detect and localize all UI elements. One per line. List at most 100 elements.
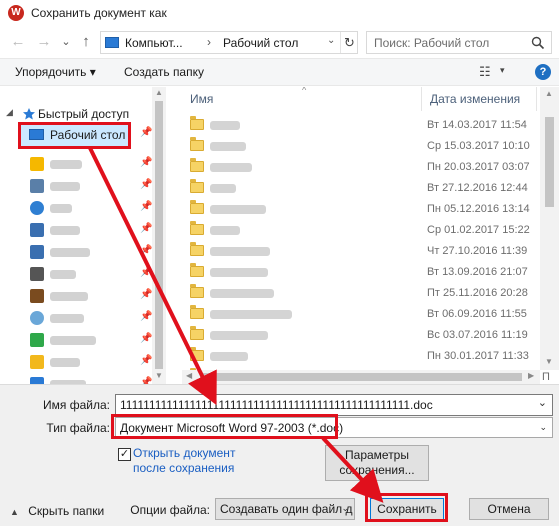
file-row[interactable]: Пн 30.01.2017 11:33П	[182, 346, 559, 367]
pin-icon[interactable]: 📌	[140, 179, 152, 190]
scroll-down-icon[interactable]: ▼	[155, 371, 163, 380]
navigation-scrollbar[interactable]: ▲ ▼	[152, 87, 166, 384]
tree-item[interactable]: 📌	[0, 351, 152, 373]
collapse-folders-toggle[interactable]: ▲ Скрыть папки	[10, 504, 104, 518]
file-name	[210, 352, 248, 361]
file-row[interactable]: Чт 27.10.2016 11:39П	[182, 241, 559, 262]
tree-item[interactable]: 📌	[0, 241, 152, 263]
expand-arrow-icon[interactable]: ◢	[6, 107, 13, 118]
dropdown-icon[interactable]: ⌄	[341, 503, 349, 514]
recent-locations-button[interactable]: ⌄	[56, 32, 76, 52]
tree-item[interactable]: 📌	[0, 307, 152, 329]
file-row[interactable]: Пт 25.11.2016 20:28П	[182, 283, 559, 304]
filename-value: 1111111111111111111111111111111111111111…	[120, 398, 433, 412]
breadcrumb-separator-icon[interactable]: ›	[207, 35, 211, 49]
up-button[interactable]: ↑	[76, 32, 96, 52]
navigation-pane: ◢ Быстрый доступ Рабочий стол 📌 📌 📌 📌 📌 📌 📌 📌 📌…	[0, 87, 166, 384]
tree-item[interactable]: 📌	[0, 153, 152, 175]
file-row[interactable]: Вс 03.07.2016 11:19П	[182, 325, 559, 346]
file-name	[210, 268, 268, 277]
open-after-save-checkbox[interactable]: ✓	[118, 448, 131, 461]
pencil-icon	[30, 289, 44, 303]
scroll-up-icon[interactable]: ▲	[545, 89, 553, 98]
scrollbar-thumb[interactable]	[200, 373, 522, 381]
file-row[interactable]: Пн 20.03.2017 03:07П	[182, 157, 559, 178]
folder-icon	[190, 284, 204, 298]
scroll-up-icon[interactable]: ▲	[155, 88, 163, 97]
address-dropdown-icon[interactable]: ⌄	[327, 35, 335, 46]
cancel-button[interactable]: Отмена	[469, 498, 549, 520]
scrollbar-thumb[interactable]	[545, 117, 554, 207]
file-row[interactable]: Пн 05.12.2016 13:14П	[182, 199, 559, 220]
tree-item[interactable]: 📌	[0, 197, 152, 219]
breadcrumb-desktop[interactable]: Рабочий стол	[223, 36, 298, 50]
file-name	[210, 289, 274, 298]
folder-icon	[190, 179, 204, 193]
pin-icon[interactable]: 📌	[140, 245, 152, 256]
pin-icon[interactable]: 📌	[140, 377, 152, 384]
file-name	[210, 331, 268, 340]
address-bar[interactable]: Компьют... › Рабочий стол ⌄ ↻	[100, 31, 358, 54]
file-list-horizontal-scrollbar[interactable]: ◀ ▶	[182, 370, 540, 384]
pin-icon[interactable]: 📌	[140, 201, 152, 212]
file-options-select[interactable]: Создавать один файл д ⌄	[215, 498, 355, 520]
filename-input[interactable]: 1111111111111111111111111111111111111111…	[115, 394, 553, 416]
refresh-button[interactable]: ↻	[340, 32, 358, 53]
scrollbar-thumb[interactable]	[155, 101, 163, 369]
file-type: П	[542, 371, 550, 383]
forward-button[interactable]: →	[34, 32, 54, 52]
tree-item[interactable]: 📌	[0, 329, 152, 351]
back-button[interactable]: ←	[8, 32, 28, 52]
desktop-label: Рабочий стол	[50, 128, 126, 142]
pin-icon[interactable]: 📌	[140, 267, 152, 278]
tree-item-label	[50, 226, 80, 235]
tree-item[interactable]: 📌	[0, 219, 152, 241]
file-row[interactable]: Ср 15.03.2017 10:10П	[182, 136, 559, 157]
folder-icon	[190, 305, 204, 319]
folder-icon	[190, 200, 204, 214]
file-row[interactable]: Вт 06.09.2016 11:55П	[182, 304, 559, 325]
scroll-right-icon[interactable]: ▶	[528, 371, 534, 380]
file-date: Ср 15.03.2017 10:10	[427, 140, 530, 152]
pin-icon[interactable]: 📌	[140, 311, 152, 322]
search-input[interactable]: Поиск: Рабочий стол	[366, 31, 552, 54]
tree-item[interactable]: 📌	[0, 285, 152, 307]
view-dropdown-icon[interactable]: ▾	[500, 65, 505, 76]
save-button-highlight	[365, 493, 448, 522]
search-placeholder: Поиск: Рабочий стол	[374, 36, 490, 50]
dropdown-icon[interactable]: ⌄	[539, 422, 547, 433]
view-options-icon[interactable]: ☷	[479, 64, 491, 80]
organize-menu[interactable]: Упорядочить ▾	[15, 65, 96, 79]
dropdown-icon[interactable]: ⌄	[538, 396, 547, 409]
file-options-label: Опции файла:	[130, 503, 210, 517]
tree-item[interactable]: 📌	[0, 373, 152, 384]
file-date: Вс 03.07.2016 11:19	[427, 329, 528, 341]
file-row[interactable]: Вт 27.12.2016 12:44П	[182, 178, 559, 199]
pin-icon[interactable]: 📌	[140, 333, 152, 344]
tree-item-desktop[interactable]: Рабочий стол	[18, 122, 131, 149]
file-name	[210, 205, 266, 214]
pin-icon[interactable]: 📌	[140, 223, 152, 234]
help-icon[interactable]: ?	[535, 64, 551, 80]
breadcrumb-computer[interactable]: Компьют...	[125, 36, 183, 50]
tree-item[interactable]: 📌	[0, 263, 152, 285]
file-row[interactable]: Ср 01.02.2017 15:22П	[182, 220, 559, 241]
pin-icon[interactable]: 📌	[140, 127, 152, 138]
save-parameters-button[interactable]: Параметры сохранения...	[325, 445, 429, 481]
file-row[interactable]: Вт 13.09.2016 21:07П	[182, 262, 559, 283]
open-after-save-label[interactable]: Открыть документ после сохранения	[133, 446, 253, 476]
pin-icon[interactable]: 📌	[140, 157, 152, 168]
scroll-left-icon[interactable]: ◀	[186, 371, 192, 380]
pin-icon[interactable]: 📌	[140, 289, 152, 300]
new-folder-button[interactable]: Создать папку	[124, 65, 204, 79]
file-list-vertical-scrollbar[interactable]: ▲ ▼	[540, 87, 559, 370]
folder-icon	[190, 221, 204, 235]
tree-item-label	[50, 204, 72, 213]
tree-item[interactable]: 📌	[0, 175, 152, 197]
column-header-name[interactable]: Имя ^	[182, 87, 422, 111]
column-header-date[interactable]: Дата изменения	[422, 87, 537, 111]
pin-icon[interactable]: 📌	[140, 355, 152, 366]
scroll-down-icon[interactable]: ▼	[545, 357, 553, 366]
tree-item-label	[50, 358, 80, 367]
file-row[interactable]: Вт 14.03.2017 11:54П	[182, 115, 559, 136]
